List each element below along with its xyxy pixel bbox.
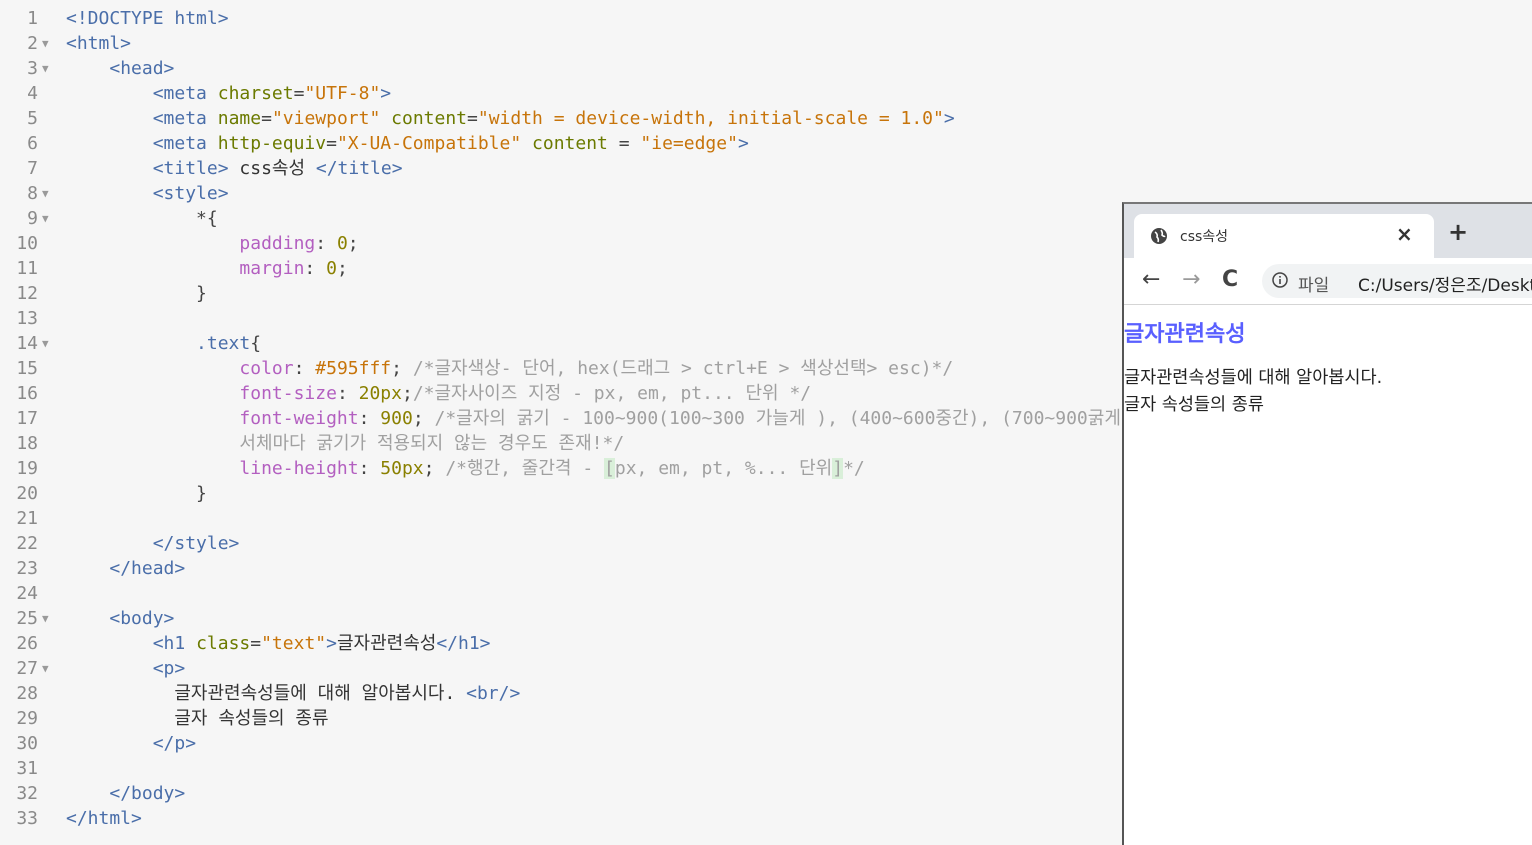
line-number: 27	[16, 658, 38, 679]
code-text: margin: 0;	[239, 258, 348, 279]
code-text: font-size: 20px;/*글자사이즈 지정 - px, em, pt.…	[239, 383, 812, 404]
info-icon[interactable]	[1272, 272, 1288, 288]
code-text: color: #595fff; /*글자색상- 단어, hex(드래그 > ct…	[239, 358, 954, 379]
line-number: 12	[16, 283, 38, 304]
fold-arrow-icon[interactable]: ▼	[42, 606, 49, 631]
line-number: 15	[16, 358, 38, 379]
code-text: <meta charset="UTF-8">	[152, 83, 392, 104]
browser-tab[interactable]: css속성 ×	[1134, 214, 1434, 258]
paragraph-line-1: 글자관련속성들에 대해 알아봅시다.	[1124, 368, 1383, 388]
line-number: 33	[16, 808, 38, 829]
fold-arrow-icon[interactable]: ▼	[42, 331, 49, 356]
line-number: 20	[16, 483, 38, 504]
new-tab-button[interactable]: +	[1448, 220, 1468, 244]
code-text: <meta name="viewport" content="width = d…	[152, 108, 955, 129]
code-text: <body>	[109, 608, 175, 629]
page-paragraph: 글자관련속성들에 대해 알아봅시다. 글자 속성들의 종류	[1124, 365, 1382, 419]
line-number: 7	[27, 158, 38, 179]
code-text: 글자관련속성들에 대해 알아봅시다. <br/>	[66, 683, 521, 704]
line-number: 10	[16, 233, 38, 254]
line-number: 14	[16, 333, 38, 354]
fold-arrow-icon[interactable]: ▼	[42, 56, 49, 81]
fold-arrow-icon[interactable]: ▼	[42, 181, 49, 206]
code-text: <p>	[152, 658, 186, 679]
line-number: 9	[27, 208, 38, 229]
code-text: <h1 class="text">글자관련속성</h1>	[152, 633, 491, 654]
code-text: padding: 0;	[239, 233, 359, 254]
code-text: <!DOCTYPE html>	[66, 8, 229, 29]
forward-arrow-icon[interactable]: →	[1182, 266, 1200, 294]
line-number: 29	[16, 708, 38, 729]
line-number: 26	[16, 633, 38, 654]
page-viewport: 글자관련속성 글자관련속성들에 대해 알아봅시다. 글자 속성들의 종류	[1124, 305, 1532, 845]
line-number: 1	[27, 8, 38, 29]
code-line[interactable]: 4 <meta charset="UTF-8">	[0, 81, 1532, 106]
line-number: 11	[16, 258, 38, 279]
fold-arrow-icon[interactable]: ▼	[42, 206, 49, 231]
code-text: *{	[196, 208, 218, 229]
code-text: <meta http-equiv="X-UA-Compatible" conte…	[152, 133, 749, 154]
line-number: 25	[16, 608, 38, 629]
code-text: 서체마다 굵기가 적용되지 않는 경우도 존재!*/	[239, 433, 625, 454]
line-number: 3	[27, 58, 38, 79]
line-number: 18	[16, 433, 38, 454]
code-text: </head>	[109, 558, 186, 579]
code-text: <head>	[109, 58, 175, 79]
line-number: 13	[16, 308, 38, 329]
line-number: 24	[16, 583, 38, 604]
fold-arrow-icon[interactable]: ▼	[42, 31, 49, 56]
code-text: line-height: 50px; /*행간, 줄간격 - [px, em, …	[239, 458, 865, 479]
scheme-label: 파일	[1298, 276, 1330, 296]
line-number: 2	[27, 33, 38, 54]
fold-arrow-icon[interactable]: ▼	[42, 656, 49, 681]
code-line[interactable]: 1 <!DOCTYPE html>	[0, 6, 1532, 31]
address-bar[interactable]: 파일 C:/Users/정은조/Deskt	[1262, 264, 1532, 298]
code-text: }	[196, 483, 207, 504]
code-line[interactable]: 6 <meta http-equiv="X-UA-Compatible" con…	[0, 131, 1532, 156]
line-number: 8	[27, 183, 38, 204]
tab-strip: css속성 × +	[1124, 204, 1532, 258]
url-text[interactable]: C:/Users/정은조/Deskt	[1358, 271, 1532, 296]
paragraph-line-2: 글자 속성들의 종류	[1124, 395, 1264, 415]
code-text: <style>	[152, 183, 229, 204]
code-text: 글자 속성들의 종류	[66, 708, 329, 729]
tab-title: css속성	[1180, 229, 1229, 245]
close-tab-icon[interactable]: ×	[1396, 222, 1413, 246]
line-number: 19	[16, 458, 38, 479]
code-line[interactable]: 5 <meta name="viewport" content="width =…	[0, 106, 1532, 131]
line-number: 5	[27, 108, 38, 129]
line-number: 6	[27, 133, 38, 154]
globe-icon	[1151, 228, 1167, 244]
code-line[interactable]: 7 <title> css속성 </title>	[0, 156, 1532, 181]
reload-icon[interactable]: C	[1222, 266, 1238, 294]
line-number: 17	[16, 408, 38, 429]
code-text: font-weight: 900; /*글자의 굵기 - 100~900(100…	[239, 408, 1132, 429]
code-text: </p>	[152, 733, 197, 754]
line-number: 21	[16, 508, 38, 529]
back-arrow-icon[interactable]: ←	[1142, 266, 1160, 294]
code-text: <html>	[66, 33, 132, 54]
line-number: 31	[16, 758, 38, 779]
code-text: </html>	[66, 808, 142, 829]
code-text: <title> css속성 </title>	[152, 158, 403, 179]
code-text: </style>	[152, 533, 240, 554]
browser-toolbar: ← → C 파일 C:/Users/정은조/Deskt	[1124, 258, 1532, 305]
browser-window: css속성 × + ← → C 파일 C:/Users/정은조/Deskt 글자…	[1122, 202, 1532, 845]
line-number: 22	[16, 533, 38, 554]
line-number: 16	[16, 383, 38, 404]
line-number: 32	[16, 783, 38, 804]
code-text: }	[196, 283, 207, 304]
code-text: </body>	[109, 783, 186, 804]
page-heading: 글자관련속성	[1124, 322, 1246, 347]
line-number: 30	[16, 733, 38, 754]
code-line[interactable]: 3 ▼ <head>	[0, 56, 1532, 81]
code-line[interactable]: 2 ▼ <html>	[0, 31, 1532, 56]
line-number: 4	[27, 83, 38, 104]
line-number: 23	[16, 558, 38, 579]
code-text: .text{	[196, 333, 262, 354]
line-number: 28	[16, 683, 38, 704]
